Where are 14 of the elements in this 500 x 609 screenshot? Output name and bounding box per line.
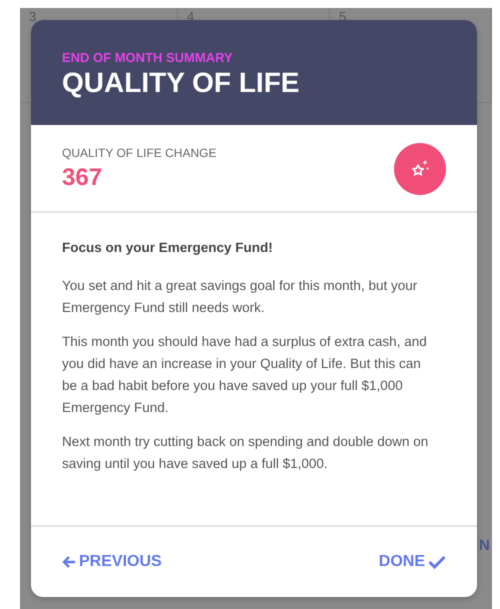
dialog-subtitle: END OF MONTH SUMMARY <box>62 50 234 65</box>
message-paragraph: You set and hit a great savings goal for this month, but your Emergency Fund still needs work. <box>62 277 418 317</box>
message-heading: Focus on your Emergency Fund! <box>62 239 274 257</box>
stat-value: 367 <box>62 164 104 192</box>
tab-label: N <box>479 537 490 554</box>
stat-label: QUALITY OF LIFE CHANGE <box>62 146 216 160</box>
arrow-left-icon <box>62 555 76 569</box>
dialog-title: QUALITY OF LIFE <box>62 67 300 99</box>
previous-button[interactable]: PREVIOUS <box>62 549 162 575</box>
checkmark-icon <box>428 555 446 569</box>
done-button[interactable]: DONE <box>378 549 446 575</box>
message-paragraph: Next month try cutting back on spending and double down on saving until you have saved up a full $1,000. <box>62 433 430 473</box>
message-paragraph: This month you should have had a surplus of extra cash, and you did have an increase in your Quality of Life. But this can be a bad habit before you have saved up your full $1,000 Emergency Fund. <box>62 333 428 417</box>
sparkle-stars-icon <box>394 143 446 195</box>
